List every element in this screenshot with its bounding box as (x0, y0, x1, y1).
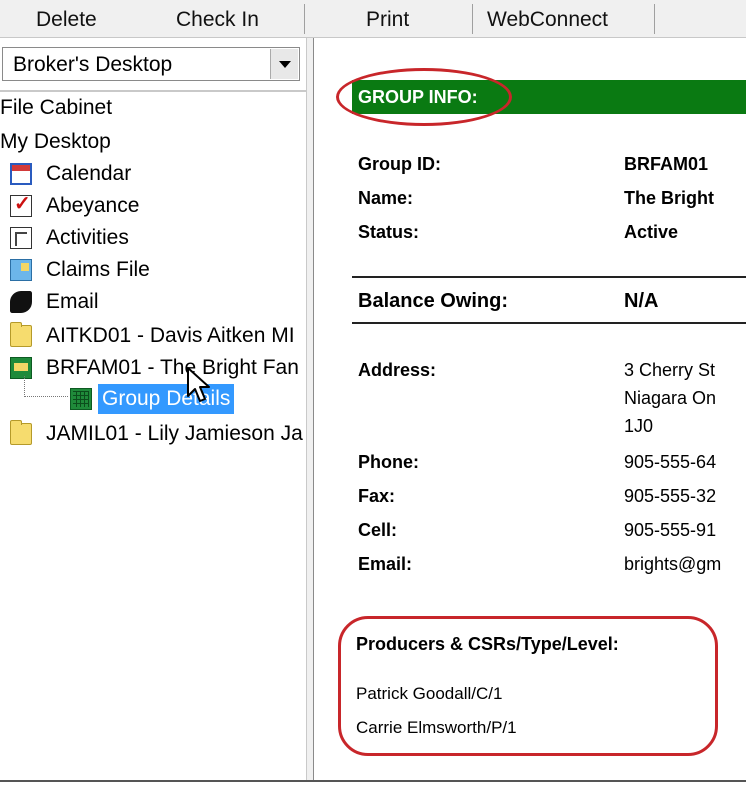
tree-item-label: JAMIL01 - Lily Jamieson Ja (46, 422, 303, 445)
name-label: Name: (358, 188, 414, 208)
divider (0, 90, 306, 92)
tree-item-label: Claims File (46, 258, 150, 281)
window-bottom-edge (0, 780, 746, 787)
tree-item-label: BRFAM01 - The Bright Fan (46, 356, 299, 379)
tree-item-label: AITKD01 - Davis Aitken MI (46, 324, 295, 347)
folder-icon (10, 420, 32, 445)
group-details-panel: GROUP INFO: Group ID: BRFAM01 Name: The … (314, 38, 746, 780)
address-label: Address: (358, 360, 437, 380)
tree-connector (24, 376, 25, 395)
tree-item-label-selected: Group Details (98, 384, 235, 414)
cell-value: 905-555-91 (624, 520, 717, 540)
delete-button[interactable]: Delete (36, 6, 97, 34)
webconnect-button[interactable]: WebConnect (487, 6, 608, 34)
email-value[interactable]: brights@gm (624, 554, 721, 575)
activities-icon (10, 227, 32, 249)
toolbar-separator (304, 4, 305, 34)
toolbar-separator (472, 4, 473, 34)
status-label: Status: (358, 222, 420, 242)
status-value: Active (624, 222, 679, 242)
folder-icon (10, 322, 32, 347)
claims-file-icon (10, 259, 32, 281)
calendar-icon (10, 163, 32, 185)
cell-label: Cell: (358, 520, 398, 540)
tree-item-label: My Desktop (0, 130, 111, 153)
phone-label: Phone: (358, 452, 419, 472)
balance-value: N/A (624, 290, 659, 312)
highlight-oval (336, 68, 512, 126)
address-line-2: Niagara On (624, 388, 717, 408)
balance-label: Balance Owing: (358, 290, 509, 312)
tree-item-label: Activities (46, 226, 129, 249)
toolbar: Delete Check In Print WebConnect (0, 0, 746, 38)
desktop-selector-value: Broker's Desktop (13, 53, 173, 76)
mouse-pointer-icon (187, 367, 210, 402)
email-icon (10, 291, 32, 313)
tree-item-label: Email (46, 290, 99, 313)
grid-icon (70, 388, 92, 410)
tree-connector (24, 396, 68, 397)
tree-item-label: File Cabinet (0, 96, 113, 119)
navigation-panel: Broker's Desktop File Cabinet My Desktop… (0, 38, 306, 780)
panel-splitter[interactable] (306, 38, 314, 780)
check-in-button[interactable]: Check In (176, 6, 259, 34)
address-line-1: 3 Cherry St (624, 360, 716, 380)
print-button[interactable]: Print (366, 6, 409, 34)
name-value: The Bright (624, 188, 714, 208)
highlight-oval (338, 616, 718, 756)
checklist-icon (10, 190, 32, 218)
toolbar-separator (654, 4, 655, 34)
email-label: Email: (358, 554, 413, 574)
section-divider (352, 322, 746, 324)
tree-item-label: Abeyance (46, 194, 140, 217)
group-id-value: BRFAM01 (624, 154, 709, 174)
fax-label: Fax: (358, 486, 396, 506)
fax-value: 905-555-32 (624, 486, 717, 506)
tree-item-label: Calendar (46, 162, 132, 185)
dropdown-button[interactable] (270, 49, 298, 79)
group-id-label: Group ID: (358, 154, 441, 174)
section-divider (352, 276, 746, 278)
chevron-down-icon (279, 61, 291, 68)
phone-value: 905-555-64 (624, 452, 717, 472)
desktop-selector[interactable]: Broker's Desktop (2, 47, 300, 81)
address-line-3: 1J0 (624, 416, 654, 436)
truncated-toolbar-item[interactable] (672, 0, 678, 22)
open-folder-icon (10, 357, 32, 379)
